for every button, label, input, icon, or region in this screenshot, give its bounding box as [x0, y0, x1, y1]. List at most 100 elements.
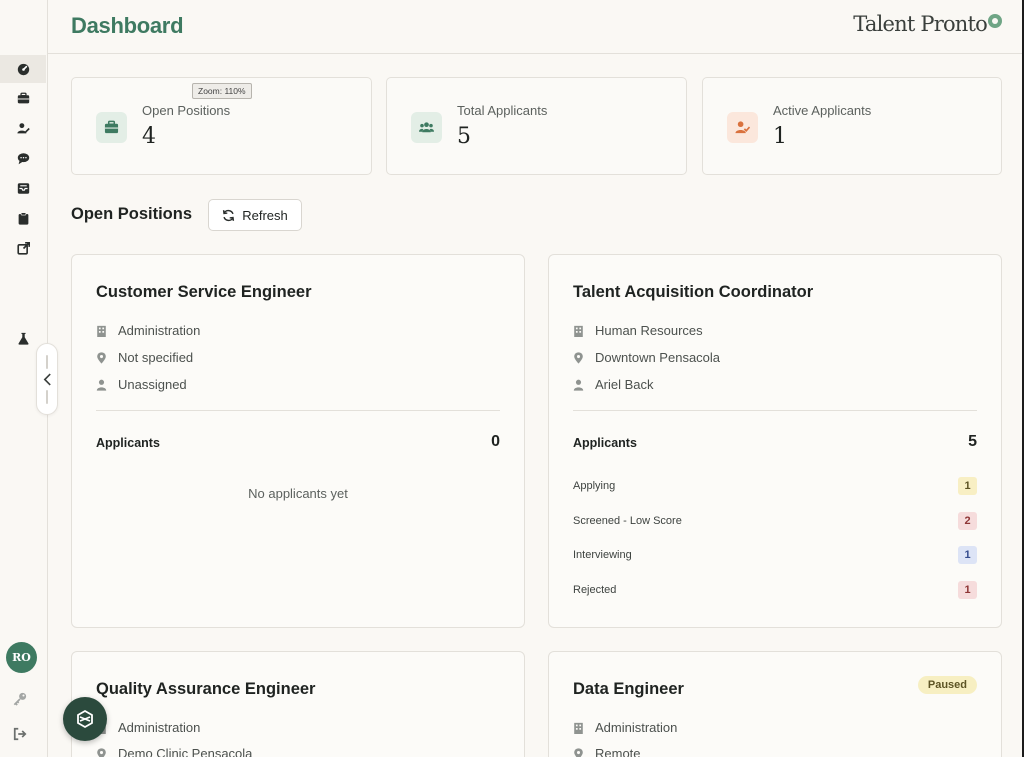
building-icon: [574, 722, 583, 734]
map-pin-icon: [574, 351, 583, 364]
logo-mark-icon: [988, 14, 1002, 28]
chat-bubble-icon: [17, 152, 29, 164]
position-card[interactable]: Customer Service Engineer Administration…: [71, 254, 525, 628]
position-location: Demo Clinic Pensacola: [96, 746, 252, 757]
divider: [96, 410, 500, 411]
assignee-text: Unassigned: [118, 377, 187, 392]
user-edit-icon: [16, 122, 30, 133]
stat-card-active-applicants: Active Applicants 1: [702, 77, 1002, 175]
position-location: Downtown Pensacola: [573, 350, 720, 365]
location-text: Remote: [595, 746, 641, 757]
api-key-button[interactable]: [0, 689, 40, 709]
inbox-icon: [17, 182, 29, 194]
avatar[interactable]: RO: [6, 642, 37, 673]
stage-label: Screened - Low Score: [573, 515, 682, 527]
stage-count-badge: 1: [958, 477, 977, 495]
building-icon: [574, 325, 583, 337]
dashboard-gauge-icon: [17, 63, 29, 75]
position-card[interactable]: Quality Assurance Engineer Administratio…: [71, 651, 525, 757]
position-title: Talent Acquisition Coordinator: [573, 283, 814, 301]
location-text: Downtown Pensacola: [595, 350, 721, 365]
flask-icon: [17, 332, 29, 345]
logout-button[interactable]: [0, 724, 40, 744]
stat-value: 5: [457, 124, 471, 149]
stage-row-interviewing[interactable]: Interviewing 1: [573, 545, 977, 565]
stage-row-screened[interactable]: Screened - Low Score 2: [573, 511, 977, 531]
assignee-text: Ariel Back: [595, 377, 654, 392]
department-text: Human Resources: [595, 323, 703, 338]
stat-icon-bg: [96, 112, 127, 143]
stage-count-badge: 2: [958, 512, 977, 530]
position-location: Not specified: [96, 350, 193, 365]
handle-bar: [46, 354, 48, 369]
refresh-button[interactable]: Refresh: [208, 199, 302, 231]
key-icon: [13, 692, 27, 706]
brand-logo[interactable]: Talent Pronto: [853, 12, 1002, 36]
sidebar-item-reports[interactable]: [0, 204, 46, 232]
position-title: Quality Assurance Engineer: [96, 680, 316, 698]
stat-value: 1: [773, 124, 787, 149]
map-pin-icon: [97, 351, 106, 364]
section-title: Open Positions: [71, 205, 193, 223]
building-icon: [97, 325, 106, 337]
sidebar-item-dashboard[interactable]: [0, 55, 46, 83]
logout-icon: [13, 727, 27, 741]
users-icon: [419, 122, 434, 133]
assistant-fab-button[interactable]: [63, 697, 107, 741]
page-title: Dashboard: [71, 13, 184, 38]
map-pin-icon: [97, 747, 106, 757]
position-assignee: Ariel Back: [573, 377, 654, 392]
stage-label: Applying: [573, 480, 616, 492]
position-department: Administration: [96, 323, 200, 338]
refresh-label: Refresh: [242, 207, 288, 223]
status-badge: Paused: [917, 676, 977, 694]
stage-row-applying[interactable]: Applying 1: [573, 476, 977, 496]
position-card[interactable]: Data Engineer Paused Administration Remo…: [548, 651, 1002, 757]
sidebar-collapse-toggle[interactable]: [36, 343, 58, 415]
map-pin-icon: [574, 747, 583, 757]
logo-text: Talent Pronto: [853, 12, 988, 36]
position-department: Human Resources: [573, 323, 703, 338]
user-icon: [573, 379, 584, 391]
stat-label: Active Applicants: [773, 103, 872, 118]
applicants-count: 5: [968, 433, 977, 450]
position-title: Customer Service Engineer: [96, 283, 312, 301]
stat-icon-bg: [411, 112, 442, 143]
sidebar-item-jobs[interactable]: [0, 84, 46, 112]
stage-count-badge: 1: [958, 546, 977, 564]
sidebar-item-external[interactable]: [0, 234, 46, 262]
applicants-count: 0: [491, 433, 500, 450]
stat-card-total-applicants: Total Applicants 5: [386, 77, 687, 175]
clipboard-icon: [18, 211, 28, 225]
department-text: Administration: [118, 720, 201, 735]
page-header: Dashboard Talent Pronto: [48, 0, 1024, 54]
position-department: Administration: [96, 720, 200, 735]
position-location: Remote: [573, 746, 641, 757]
refresh-icon: [223, 209, 235, 221]
chevron-left-icon: [43, 373, 51, 385]
stat-label: Open Positions: [142, 103, 231, 118]
user-icon: [96, 379, 107, 391]
zoom-tooltip: Zoom: 110%: [192, 83, 252, 99]
briefcase-icon: [104, 120, 119, 134]
location-text: Not specified: [118, 350, 194, 365]
sidebar-item-messages[interactable]: [0, 144, 46, 172]
stat-label: Total Applicants: [457, 103, 548, 118]
stage-label: Rejected: [573, 584, 617, 596]
empty-state-text: No applicants yet: [248, 486, 348, 501]
location-text: Demo Clinic Pensacola: [118, 746, 253, 757]
applicants-label: Applicants: [96, 436, 160, 450]
department-text: Administration: [595, 720, 678, 735]
divider: [573, 410, 977, 411]
position-department: Administration: [573, 720, 677, 735]
position-title: Data Engineer: [573, 680, 684, 698]
stage-row-rejected[interactable]: Rejected 1: [573, 580, 977, 600]
position-assignee: Unassigned: [96, 377, 187, 392]
position-card[interactable]: Talent Acquisition Coordinator Human Res…: [548, 254, 1002, 628]
stat-icon-bg: [727, 112, 758, 143]
sidebar-item-inbox[interactable]: [0, 174, 46, 202]
sidebar-item-candidates[interactable]: [0, 114, 46, 142]
external-link-icon: [16, 241, 30, 255]
department-text: Administration: [118, 323, 201, 338]
stage-count-badge: 1: [958, 581, 977, 599]
